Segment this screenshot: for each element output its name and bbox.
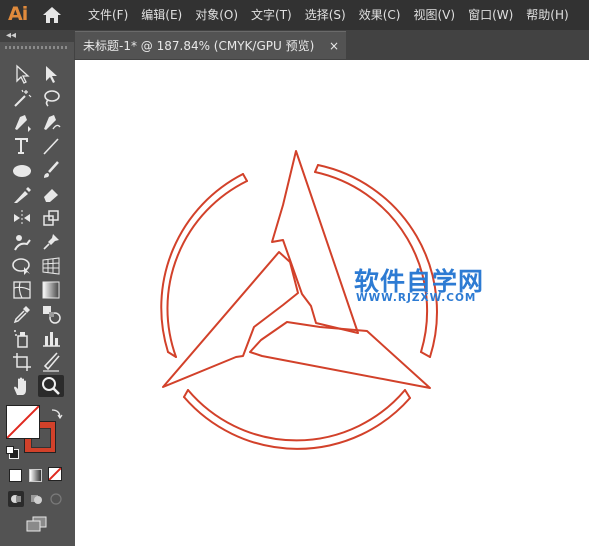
ring-segment-bottom xyxy=(187,389,406,442)
ring-segment-left xyxy=(166,180,248,358)
watermark-url: WWW.RJZXW.COM xyxy=(356,292,477,304)
blade-right xyxy=(249,321,431,389)
blade-top xyxy=(271,150,359,334)
logo-artwork[interactable] xyxy=(0,0,589,546)
blade-left xyxy=(162,251,299,388)
